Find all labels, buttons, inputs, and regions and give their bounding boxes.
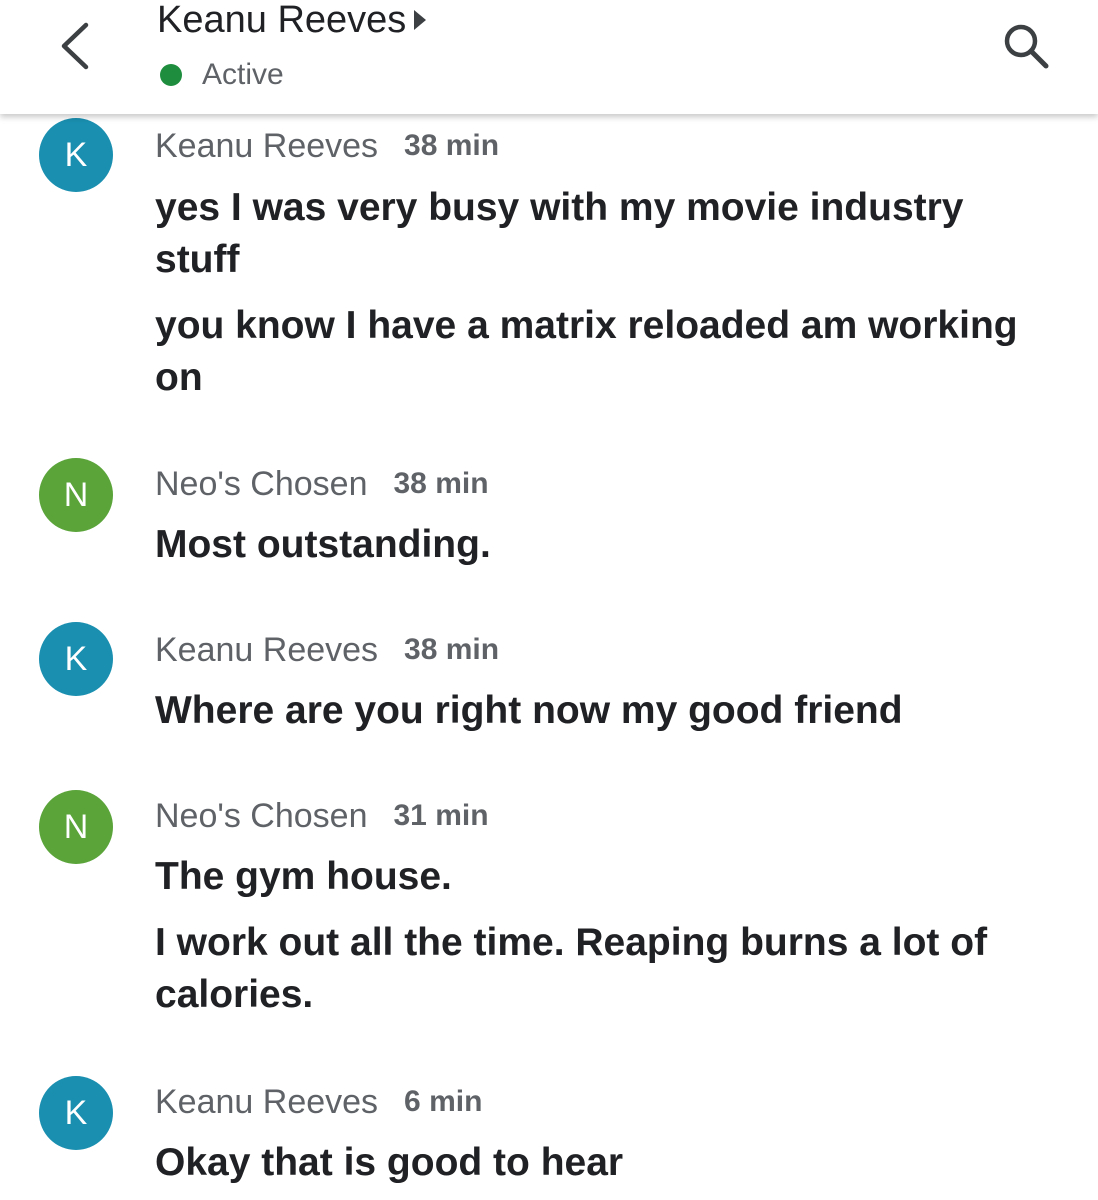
message-time: 31 min xyxy=(393,799,489,832)
chat-app: Keanu Reeves Active K Keanu Reeves 38 mi… xyxy=(0,0,1098,1200)
search-icon xyxy=(1004,24,1049,69)
status-dot-icon xyxy=(160,64,182,86)
message-text: you know I have a matrix reloaded am wor… xyxy=(155,304,1018,399)
avatar[interactable]: N xyxy=(39,458,113,532)
sender-name: Neo's Chosen xyxy=(155,796,368,835)
message-text: I work out all the time. Reaping burns a… xyxy=(155,921,988,1016)
message-time: 38 min xyxy=(393,467,489,500)
message-time: 38 min xyxy=(404,129,500,162)
message-meta: Keanu Reeves 38 min xyxy=(155,126,499,166)
message-meta: Keanu Reeves 6 min xyxy=(155,1082,482,1122)
message-time: 38 min xyxy=(404,633,500,666)
conversation-title: Keanu Reeves xyxy=(157,0,407,41)
message-time: 6 min xyxy=(404,1085,483,1118)
back-button[interactable] xyxy=(48,14,100,78)
sender-name: Neo's Chosen xyxy=(155,464,368,503)
sender-name: Keanu Reeves xyxy=(155,126,379,165)
message-text: Where are you right now my good friend xyxy=(155,689,903,732)
message-text: The gym house. xyxy=(155,855,452,898)
avatar[interactable]: N xyxy=(39,790,113,864)
caret-right-icon xyxy=(414,10,427,30)
sender-name: Keanu Reeves xyxy=(155,630,379,669)
message-meta: Neo's Chosen 31 min xyxy=(155,796,489,836)
status-text: Active xyxy=(202,58,284,91)
search-button[interactable] xyxy=(996,16,1056,76)
chevron-left-icon xyxy=(61,22,89,70)
avatar[interactable]: K xyxy=(39,118,113,192)
avatar[interactable]: K xyxy=(39,1076,113,1150)
message-text: Okay that is good to hear xyxy=(155,1141,624,1184)
chat-header: Keanu Reeves Active xyxy=(0,0,1098,114)
avatar[interactable]: K xyxy=(39,622,113,696)
message-meta: Keanu Reeves 38 min xyxy=(155,630,499,670)
sender-name: Keanu Reeves xyxy=(155,1082,379,1121)
conversation-title-button[interactable]: Keanu Reeves xyxy=(157,0,427,41)
message-text: yes I was very busy with my movie indust… xyxy=(155,186,964,281)
message-meta: Neo's Chosen 38 min xyxy=(155,464,489,504)
message-text: Most outstanding. xyxy=(155,523,491,566)
presence-status: Active xyxy=(160,58,284,92)
